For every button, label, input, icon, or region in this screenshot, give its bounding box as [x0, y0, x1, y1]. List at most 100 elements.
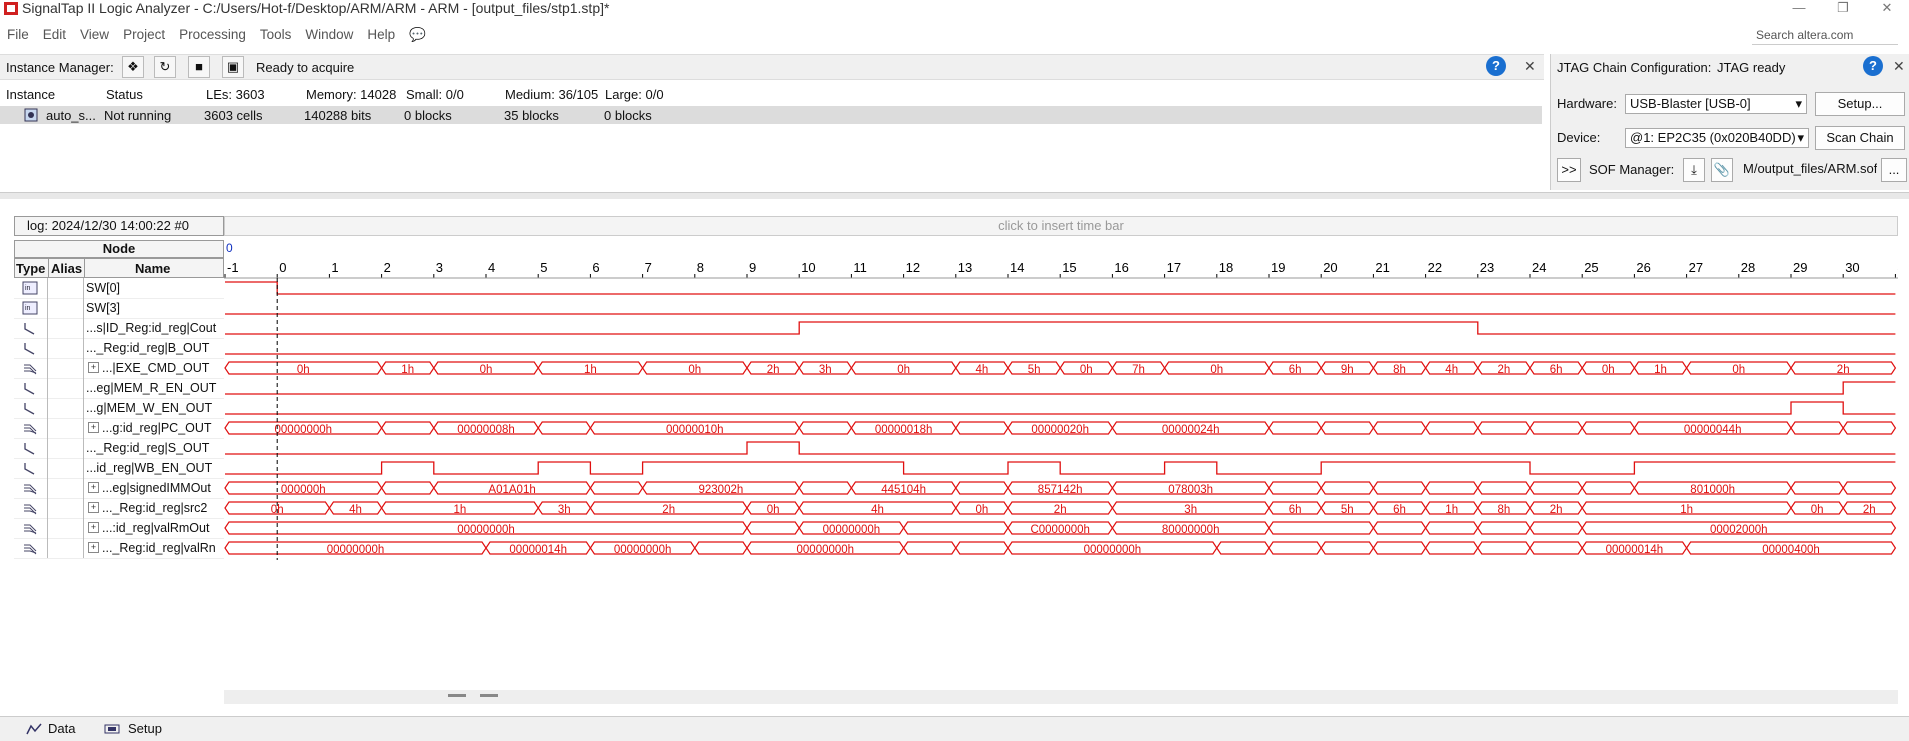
bus-value: 3h: [558, 504, 571, 516]
signal-row[interactable]: ...s|ID_Reg:id_reg|Cout: [14, 318, 224, 339]
hardware-select[interactable]: USB-Blaster [USB-0] ▾: [1625, 94, 1807, 114]
menu-file[interactable]: File: [0, 24, 36, 46]
bus-value: 4h: [349, 504, 362, 516]
menu-edit[interactable]: Edit: [36, 24, 73, 46]
horizontal-scrollbar[interactable]: [224, 690, 1898, 704]
signal-row[interactable]: + ...:id_reg|valRmOut: [14, 518, 224, 539]
tick-label: 7: [645, 260, 652, 275]
signal-row[interactable]: ...g|MEM_W_EN_OUT: [14, 398, 224, 419]
jtag-close-icon[interactable]: ✕: [1893, 58, 1905, 75]
signal-name: ...id_reg|WB_EN_OUT: [86, 461, 213, 475]
scan-chain-button[interactable]: Scan Chain: [1815, 126, 1905, 150]
autorun-icon[interactable]: ❖: [122, 56, 144, 78]
menu-view[interactable]: View: [73, 24, 116, 46]
node-header: Node: [14, 240, 224, 258]
bus-icon: [24, 504, 37, 515]
tab-data[interactable]: Data: [48, 721, 75, 736]
device-select[interactable]: @1: EP2C35 (0x020B40DD) ▾: [1625, 128, 1809, 148]
run-analysis-icon[interactable]: ↻: [154, 56, 176, 78]
time-bar-insert[interactable]: click to insert time bar: [224, 216, 1898, 236]
signal-row[interactable]: + ..._Reg:id_reg|src2: [14, 498, 224, 519]
jtag-panel: JTAG Chain Configuration: JTAG ready ? ✕…: [1550, 54, 1909, 190]
menu-project[interactable]: Project: [116, 24, 172, 46]
device-label: Device:: [1557, 130, 1601, 145]
signal-row[interactable]: + ...|EXE_CMD_OUT: [14, 358, 224, 379]
bus-value: 00000000h: [275, 424, 333, 436]
bus-segment: [1320, 421, 1375, 435]
signal-name: ...eg|MEM_R_EN_OUT: [86, 381, 217, 395]
signal-row[interactable]: ...id_reg|WB_EN_OUT: [14, 458, 224, 479]
read-data-icon[interactable]: ▣: [222, 56, 244, 78]
chat-icon[interactable]: 💬: [402, 24, 433, 46]
bus-segment: [1529, 481, 1583, 495]
search-input[interactable]: Search altera.com: [1752, 26, 1898, 45]
menu-help[interactable]: Help: [360, 24, 402, 46]
bus-value: 0h: [976, 504, 989, 516]
tick-label: 29: [1793, 260, 1807, 275]
waveform-view[interactable]: -1 0 1 2 3 4 5 6 7 8 9 10 11 12 13 14 15 16 17 18 19 20 21 22 23…: [224, 240, 1898, 688]
bus-value: 8h: [1393, 364, 1406, 376]
tab-setup[interactable]: Setup: [128, 721, 162, 736]
expand-bus-icon[interactable]: +: [88, 522, 99, 533]
stop-icon[interactable]: ■: [188, 56, 210, 78]
tick-label: 5: [540, 260, 547, 275]
signal-row[interactable]: + ...g:id_reg|PC_OUT: [14, 418, 224, 439]
sof-file-field[interactable]: M/output_files/ARM.sof: [1739, 160, 1877, 180]
table-row[interactable]: auto_s... Not running 3603 cells 140288 …: [0, 106, 1542, 124]
instance-table: Instance Status LEs: 3603 Memory: 14028 …: [0, 84, 1544, 184]
program-device-icon[interactable]: ⤓: [1683, 158, 1705, 182]
expand-bus-icon[interactable]: +: [88, 542, 99, 553]
bus-value: 00000018h: [875, 424, 933, 436]
browse-button[interactable]: ...: [1881, 158, 1907, 182]
signal-row[interactable]: + ..._Reg:id_reg|valRn: [14, 538, 224, 559]
bus-segment: [1842, 481, 1897, 495]
restore-icon[interactable]: ❐: [1821, 0, 1865, 16]
signal-row[interactable]: in SW[0]: [14, 278, 224, 299]
expand-bus-icon[interactable]: +: [88, 502, 99, 513]
menu-tools[interactable]: Tools: [253, 24, 299, 46]
bus-value: 00000000h: [614, 544, 672, 556]
bus-segment: [1529, 541, 1583, 555]
instance-manager-toolbar: Instance Manager: ❖ ↻ ■ ▣ Ready to acqui…: [0, 54, 1544, 80]
jtag-help-icon[interactable]: ?: [1863, 56, 1883, 76]
setup-button[interactable]: Setup...: [1815, 92, 1905, 116]
bus-value: 00000000h: [327, 544, 385, 556]
tick-label: 0: [279, 260, 286, 275]
attach-icon[interactable]: 📎: [1711, 158, 1733, 182]
col-alias: Alias: [51, 261, 83, 276]
help-icon[interactable]: ?: [1486, 56, 1506, 76]
minimize-icon[interactable]: —: [1777, 0, 1821, 15]
tick-label: 15: [1062, 260, 1076, 275]
signal-row[interactable]: ..._Reg:id_reg|S_OUT: [14, 438, 224, 459]
signal-name: ...|EXE_CMD_OUT: [102, 361, 210, 375]
bus-segment: [1372, 541, 1427, 555]
register-icon: [24, 463, 35, 475]
expand-button[interactable]: >>: [1557, 158, 1581, 182]
bus-value: 4h: [976, 364, 989, 376]
tick-label: 20: [1323, 260, 1337, 275]
tick-label: 13: [958, 260, 972, 275]
bus-segment: [955, 541, 1009, 555]
signal-row[interactable]: + ...eg|signedIMMOut: [14, 478, 224, 499]
menu-processing[interactable]: Processing: [172, 24, 253, 46]
close-panel-icon[interactable]: ✕: [1524, 58, 1536, 75]
close-window-icon[interactable]: ✕: [1865, 0, 1909, 16]
signal-row[interactable]: in SW[3]: [14, 298, 224, 319]
tick-label: 27: [1689, 260, 1703, 275]
panel-splitter[interactable]: [0, 192, 1909, 199]
signal-row[interactable]: ..._Reg:id_reg|B_OUT: [14, 338, 224, 359]
menu-window[interactable]: Window: [298, 24, 360, 46]
tick-label: 4: [488, 260, 495, 275]
expand-bus-icon[interactable]: +: [88, 482, 99, 493]
bus-value: 923002h: [699, 484, 744, 496]
bus-value: C0000000h: [1030, 524, 1089, 536]
bus-segment: [1268, 521, 1375, 535]
signal-row[interactable]: ...eg|MEM_R_EN_OUT: [14, 378, 224, 399]
bus-segment: [798, 481, 853, 495]
cell-memory: 140288 bits: [304, 108, 372, 123]
tick-label: 21: [1375, 260, 1389, 275]
bus-value: 1h: [1680, 504, 1693, 516]
expand-bus-icon[interactable]: +: [88, 422, 99, 433]
expand-bus-icon[interactable]: +: [88, 362, 99, 373]
bus-value: 3h: [1184, 504, 1197, 516]
